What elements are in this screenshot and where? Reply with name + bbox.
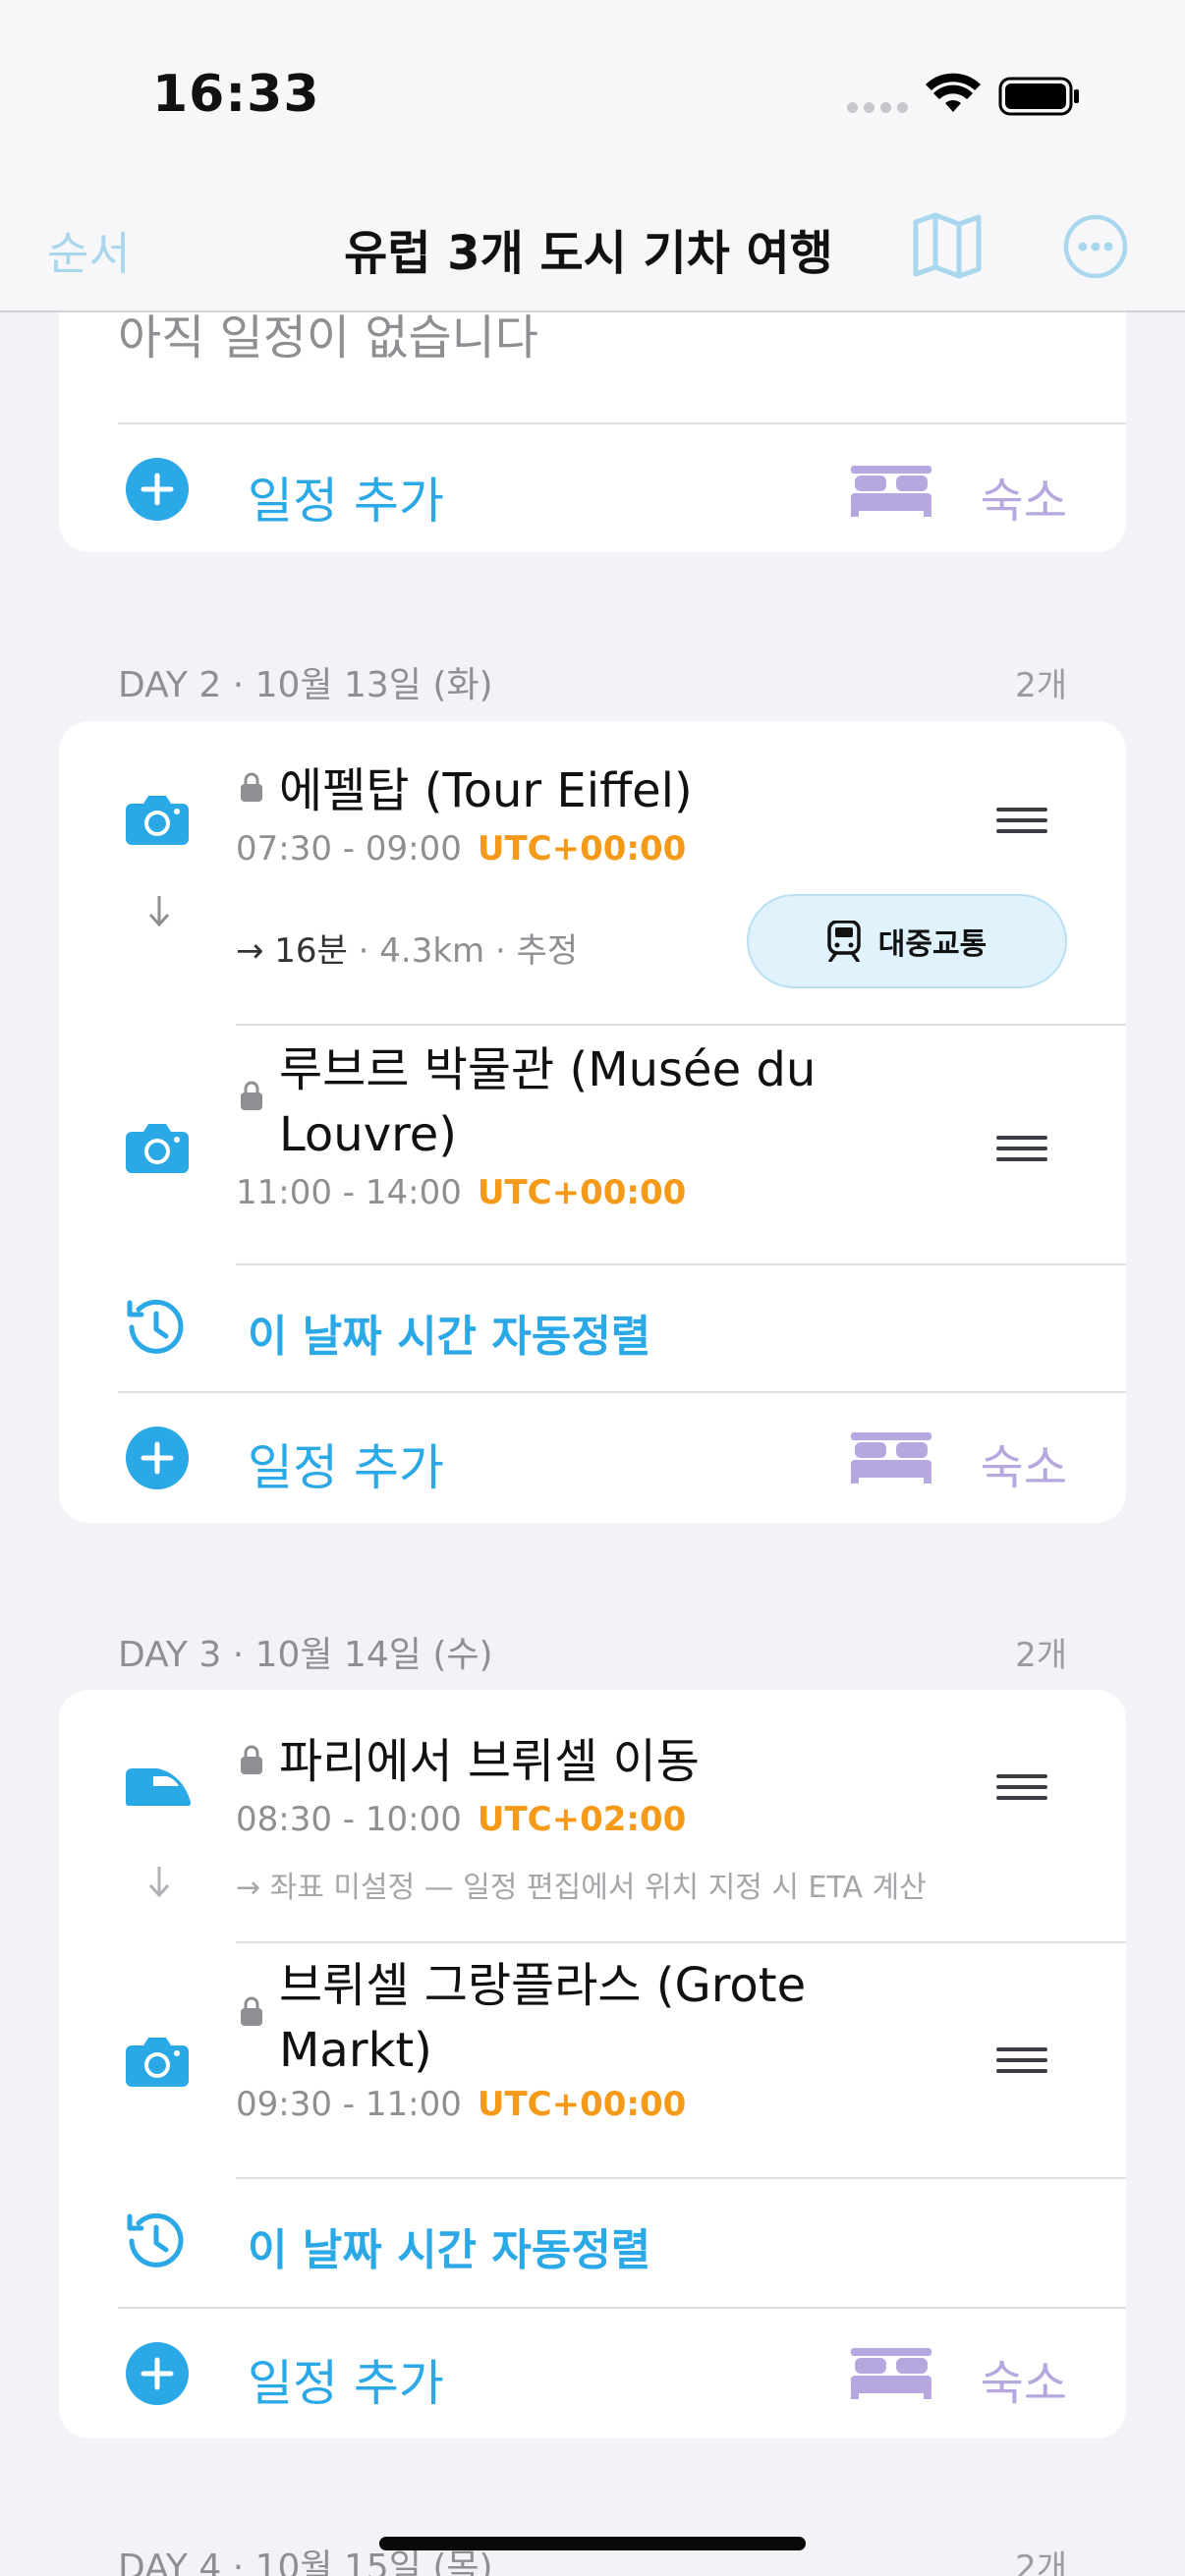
autosort-row[interactable]: 이 날짜 시간 자동정렬: [59, 1265, 1126, 1393]
stay-label[interactable]: 숙소: [981, 2344, 1067, 2413]
schedule-title: 루브르 박물관 (Musée du Louvre): [279, 1042, 817, 1162]
schedule-time: 08:30 - 10:00 UTC+02:00: [236, 1800, 687, 1839]
day-count: 2개: [1015, 1636, 1067, 1675]
drag-handle-icon[interactable]: [996, 1774, 1047, 1800]
travel-leg-info: → 16분 · 4.3km · 추정: [236, 931, 579, 971]
status-time: 16:33: [152, 65, 320, 124]
schedule-time: 09:30 - 11:00 UTC+00:00: [236, 2085, 687, 2124]
schedule-item[interactable]: 파리에서 브뤼셀 이동 08:30 - 10:00 UTC+02:00 → 좌표 …: [59, 1690, 1126, 1941]
day2-card: 에펠탑 (Tour Eiffel) 07:30 - 09:00 UTC+00:00…: [59, 721, 1126, 1523]
wifi-icon: [926, 73, 981, 112]
bed-icon[interactable]: [851, 466, 931, 517]
schedule-item[interactable]: 브뤼셀 그랑플라스 (Grote Markt) 09:30 - 11:00 UTC…: [59, 1943, 1126, 2179]
train-icon: [827, 921, 861, 962]
schedule-item[interactable]: 루브르 박물관 (Musée du Louvre) 11:00 - 14:00 U…: [59, 1026, 1126, 1265]
map-icon[interactable]: [912, 212, 983, 279]
home-indicator[interactable]: [379, 2537, 806, 2550]
drag-handle-icon[interactable]: [996, 1136, 1047, 1161]
battery-icon: [998, 77, 1079, 116]
lock-icon: [241, 1996, 262, 2026]
clock-history-icon[interactable]: [122, 1295, 187, 1360]
lock-icon: [241, 772, 262, 802]
schedule-title: 파리에서 브뤼셀 이동: [279, 1734, 700, 1789]
arrow-down-icon: [148, 896, 170, 927]
bed-icon[interactable]: [851, 1432, 931, 1484]
navigation-bar: 16:33 순서 유럽 3개 도시 기차 여행: [0, 0, 1185, 312]
camera-icon: [126, 1124, 189, 1173]
schedule-time: 11:00 - 14:00 UTC+00:00: [236, 1173, 687, 1212]
day-count: 2개: [1015, 666, 1067, 705]
day-header: DAY 3 · 10월 14일 (수): [118, 1635, 493, 1675]
schedule-title: 브뤼셀 그랑플라스 (Grote Markt): [279, 1958, 807, 2078]
drag-handle-icon[interactable]: [996, 2047, 1047, 2073]
autosort-label[interactable]: 이 날짜 시간 자동정렬: [248, 2214, 650, 2277]
add-schedule-row[interactable]: 일정 추가 숙소: [59, 424, 1126, 552]
drag-handle-icon[interactable]: [996, 808, 1047, 833]
day3-card: 파리에서 브뤼셀 이동 08:30 - 10:00 UTC+02:00 → 좌표 …: [59, 1690, 1126, 2438]
train-side-icon: [125, 1768, 192, 1806]
schedule-time: 07:30 - 09:00 UTC+00:00: [236, 829, 687, 868]
lock-icon: [241, 1745, 262, 1774]
stay-label[interactable]: 숙소: [981, 462, 1067, 531]
day-header: DAY 2 · 10월 13일 (화): [118, 665, 493, 705]
page-title: 유럽 3개 도시 기차 여행: [344, 226, 833, 281]
bed-icon[interactable]: [851, 2348, 931, 2399]
add-schedule-row[interactable]: 일정 추가 숙소: [59, 2309, 1126, 2438]
timezone-badge: UTC+02:00: [477, 1800, 687, 1839]
schedule-item[interactable]: 에펠탑 (Tour Eiffel) 07:30 - 09:00 UTC+00:00…: [59, 721, 1126, 1026]
travel-leg-note: → 좌표 미설정 — 일정 편집에서 위치 지정 시 ETA 계산: [236, 1871, 927, 1905]
transit-mode-button[interactable]: 대중교통: [747, 894, 1067, 988]
clock-history-icon[interactable]: [122, 2209, 187, 2273]
plus-circle-icon[interactable]: [126, 2342, 189, 2405]
timezone-badge: UTC+00:00: [477, 2085, 687, 2124]
add-schedule-row[interactable]: 일정 추가 숙소: [59, 1393, 1126, 1523]
schedule-title: 에펠탑 (Tour Eiffel): [279, 763, 693, 818]
add-schedule-label[interactable]: 일정 추가: [248, 462, 444, 532]
add-schedule-label[interactable]: 일정 추가: [248, 1428, 444, 1499]
stay-label[interactable]: 숙소: [981, 1428, 1067, 1497]
timezone-badge: UTC+00:00: [477, 1173, 687, 1212]
more-icon[interactable]: [1063, 214, 1128, 279]
autosort-label[interactable]: 이 날짜 시간 자동정렬: [248, 1301, 650, 1364]
plus-circle-icon[interactable]: [126, 458, 189, 521]
cellular-icon: [847, 102, 908, 113]
camera-icon: [126, 2038, 189, 2087]
camera-icon: [126, 796, 189, 845]
plus-circle-icon[interactable]: [126, 1427, 189, 1489]
day-count: 2개: [1015, 2548, 1067, 2576]
add-schedule-label[interactable]: 일정 추가: [248, 2344, 444, 2415]
autosort-row[interactable]: 이 날짜 시간 자동정렬: [59, 2179, 1126, 2307]
arrow-down-icon: [148, 1867, 170, 1898]
lock-icon: [241, 1081, 262, 1110]
timezone-badge: UTC+00:00: [477, 829, 687, 868]
